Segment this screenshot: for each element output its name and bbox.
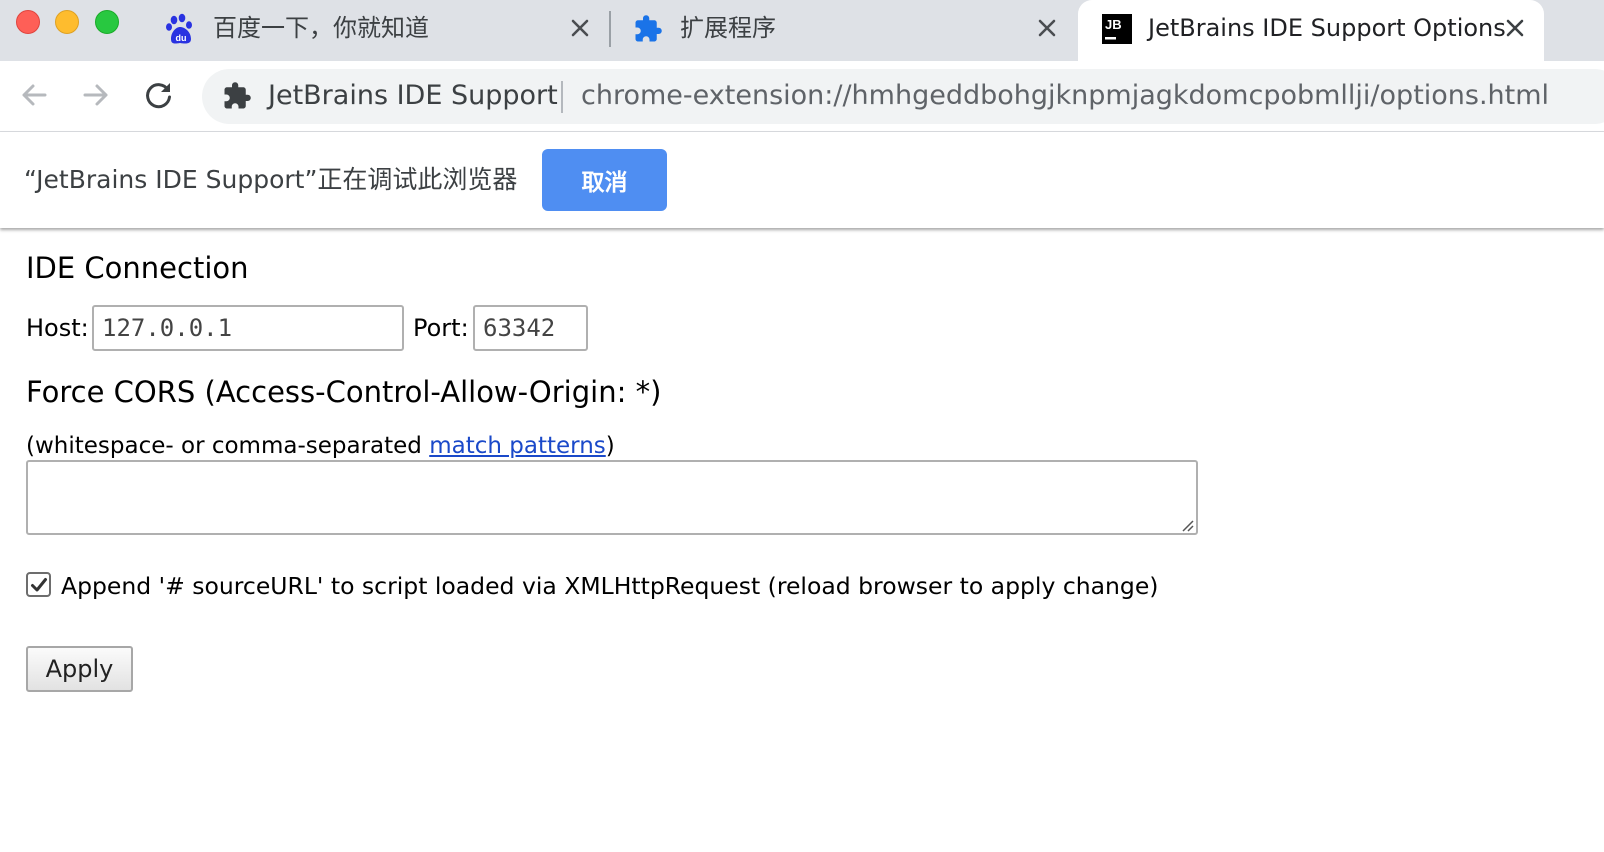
resize-grip-icon[interactable]: [1180, 517, 1194, 532]
cors-hint: (whitespace- or comma-separated match pa…: [26, 431, 615, 461]
source-url-label: Append '# sourceURL' to script loaded vi…: [61, 572, 1159, 600]
svg-text:du: du: [176, 33, 187, 43]
apply-button[interactable]: Apply: [26, 646, 133, 692]
debugging-message: “JetBrains IDE Support”正在调试此浏览器: [24, 165, 518, 194]
maximize-window-button[interactable]: [95, 10, 119, 34]
svg-text:JB: JB: [1105, 17, 1122, 32]
reload-icon[interactable]: [139, 75, 179, 115]
minimize-window-button[interactable]: [55, 10, 79, 34]
tab-close-icon[interactable]: [1033, 14, 1061, 42]
cancel-debugging-button[interactable]: 取消: [542, 149, 667, 211]
extension-site-name: JetBrains IDE Support: [268, 80, 558, 111]
tab-title: 扩展程序: [680, 14, 776, 42]
jetbrains-logo-icon: JB: [1101, 13, 1133, 45]
port-input[interactable]: [473, 305, 588, 351]
puzzle-piece-icon: [222, 81, 252, 111]
host-input[interactable]: [92, 305, 404, 351]
host-label: Host:: [26, 314, 89, 342]
back-arrow-icon[interactable]: [14, 75, 54, 115]
baidu-paw-icon: du: [165, 13, 197, 45]
cors-hint-prefix: (whitespace- or comma-separated: [26, 433, 430, 459]
source-url-checkbox[interactable]: [26, 572, 51, 597]
force-cors-heading: Force CORS (Access-Control-Allow-Origin:…: [26, 375, 662, 409]
tab-close-icon[interactable]: [1501, 14, 1529, 42]
checkmark-icon: [30, 577, 47, 591]
debugging-infobar: “JetBrains IDE Support”正在调试此浏览器 取消: [0, 132, 1604, 228]
options-page: IDE Connection Host: Port: Force CORS (A…: [0, 228, 1604, 852]
tab-extensions[interactable]: 扩展程序: [612, 0, 1075, 57]
cors-patterns-textarea[interactable]: [26, 460, 1198, 535]
address-bar[interactable]: JetBrains IDE Support chrome-extension:/…: [202, 69, 1604, 124]
port-label: Port:: [413, 314, 469, 342]
tab-separator: [609, 11, 611, 47]
url-text[interactable]: chrome-extension://hmhgeddbohgjknpmjagkd…: [581, 80, 1549, 112]
tab-title: JetBrains IDE Support Options: [1148, 14, 1506, 42]
tab-baidu[interactable]: du 百度一下，你就知道: [150, 0, 610, 57]
forward-arrow-icon[interactable]: [76, 75, 116, 115]
omnibox-divider: [561, 81, 563, 113]
cors-hint-suffix: ): [605, 433, 615, 459]
tab-strip: du 百度一下，你就知道 扩展程序 JB JetBrains IDE Suppo…: [0, 0, 1604, 61]
tab-jetbrains-options[interactable]: JB JetBrains IDE Support Options: [1078, 0, 1544, 61]
browser-toolbar: JetBrains IDE Support chrome-extension:/…: [0, 61, 1604, 132]
tab-title: 百度一下，你就知道: [213, 14, 429, 42]
puzzle-piece-icon: [632, 13, 664, 45]
tab-close-icon[interactable]: [566, 14, 594, 42]
close-window-button[interactable]: [16, 10, 40, 34]
match-patterns-link[interactable]: match patterns: [429, 433, 606, 459]
ide-connection-heading: IDE Connection: [26, 251, 249, 285]
